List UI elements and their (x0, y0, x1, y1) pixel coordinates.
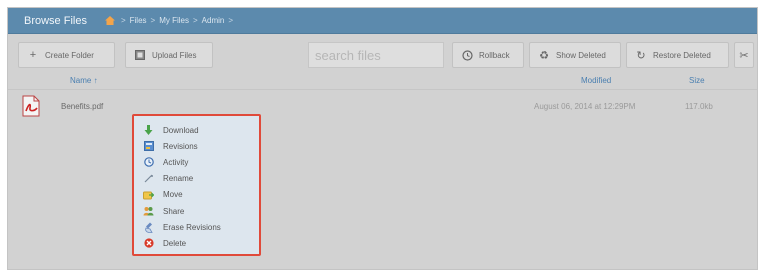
pdf-file-icon (22, 95, 40, 117)
erase-revisions-icon (143, 222, 154, 233)
clock-icon (460, 48, 474, 62)
revisions-icon (143, 141, 154, 152)
menu-item-move[interactable]: Move (134, 187, 259, 203)
restore-deleted-button[interactable]: ↻ Restore Deleted (626, 42, 729, 68)
breadcrumb-files[interactable]: Files (130, 16, 147, 25)
restore-deleted-label: Restore Deleted (653, 50, 711, 60)
modified-column-header[interactable]: Modified (581, 76, 611, 85)
menu-item-download[interactable]: Download (134, 122, 259, 138)
menu-item-label: Delete (163, 238, 187, 248)
column-headers: Name ↑ Modified Size (8, 72, 757, 90)
table-row[interactable]: Benefits.pdf August 06, 2014 at 12:29PM … (8, 93, 757, 121)
menu-item-label: Share (163, 206, 185, 216)
menu-item-label: Activity (163, 157, 189, 167)
menu-item-delete[interactable]: Delete (134, 235, 259, 251)
menu-item-label: Revisions (163, 141, 198, 151)
plus-icon: + (29, 49, 37, 61)
breadcrumb-admin[interactable]: Admin (202, 16, 225, 25)
size-column-header[interactable]: Size (689, 76, 705, 85)
scissors-icon: ✂ (739, 49, 749, 62)
menu-item-label: Download (163, 125, 199, 135)
rename-icon (143, 173, 154, 184)
upload-icon (133, 48, 147, 62)
search-input[interactable] (308, 42, 444, 68)
menu-item-label: Move (163, 190, 183, 200)
file-size: 117.0kb (685, 102, 713, 111)
toolbar: + Create Folder Upload Files Rollback ♻ … (8, 38, 757, 72)
breadcrumb: > Files > My Files > Admin > (104, 16, 237, 25)
menu-item-label: Rename (163, 174, 194, 184)
download-icon (143, 124, 154, 136)
create-folder-label: Create Folder (45, 50, 94, 60)
rollback-label: Rollback (479, 50, 510, 60)
breadcrumb-separator: > (192, 16, 198, 25)
menu-item-activity[interactable]: Activity (134, 154, 259, 170)
breadcrumb-separator: > (150, 16, 156, 25)
context-menu: Download Revisions Activity Rename Move … (132, 114, 261, 256)
file-name[interactable]: Benefits.pdf (61, 102, 103, 111)
menu-item-share[interactable]: Share (134, 203, 259, 219)
menu-item-rename[interactable]: Rename (134, 171, 259, 187)
title-bar: Browse Files > Files > My Files > Admin … (8, 8, 757, 34)
breadcrumb-separator: > (228, 16, 234, 25)
create-folder-button[interactable]: + Create Folder (18, 42, 115, 68)
show-deleted-button[interactable]: ♻ Show Deleted (529, 42, 621, 68)
menu-item-revisions[interactable]: Revisions (134, 138, 259, 154)
menu-item-label: Erase Revisions (163, 222, 221, 232)
upload-files-label: Upload Files (152, 50, 197, 60)
more-button[interactable]: ✂ (734, 42, 754, 68)
rollback-button[interactable]: Rollback (452, 42, 524, 68)
share-icon (143, 206, 154, 217)
page-title: Browse Files (24, 14, 87, 27)
upload-files-button[interactable]: Upload Files (125, 42, 213, 68)
file-browser-panel: Browse Files > Files > My Files > Admin … (7, 7, 758, 270)
breadcrumb-my-files[interactable]: My Files (159, 16, 189, 25)
move-icon (143, 189, 154, 200)
restore-icon: ↻ (636, 49, 646, 62)
show-deleted-label: Show Deleted (556, 50, 606, 60)
breadcrumb-separator: > (120, 16, 126, 25)
delete-icon (143, 238, 154, 249)
home-icon[interactable] (104, 16, 115, 25)
activity-icon (143, 157, 154, 168)
file-modified: August 06, 2014 at 12:29PM (534, 102, 636, 111)
recycle-icon: ♻ (539, 49, 549, 62)
menu-item-erase-revisions[interactable]: Erase Revisions (134, 219, 259, 235)
name-column-header[interactable]: Name ↑ (70, 76, 98, 85)
